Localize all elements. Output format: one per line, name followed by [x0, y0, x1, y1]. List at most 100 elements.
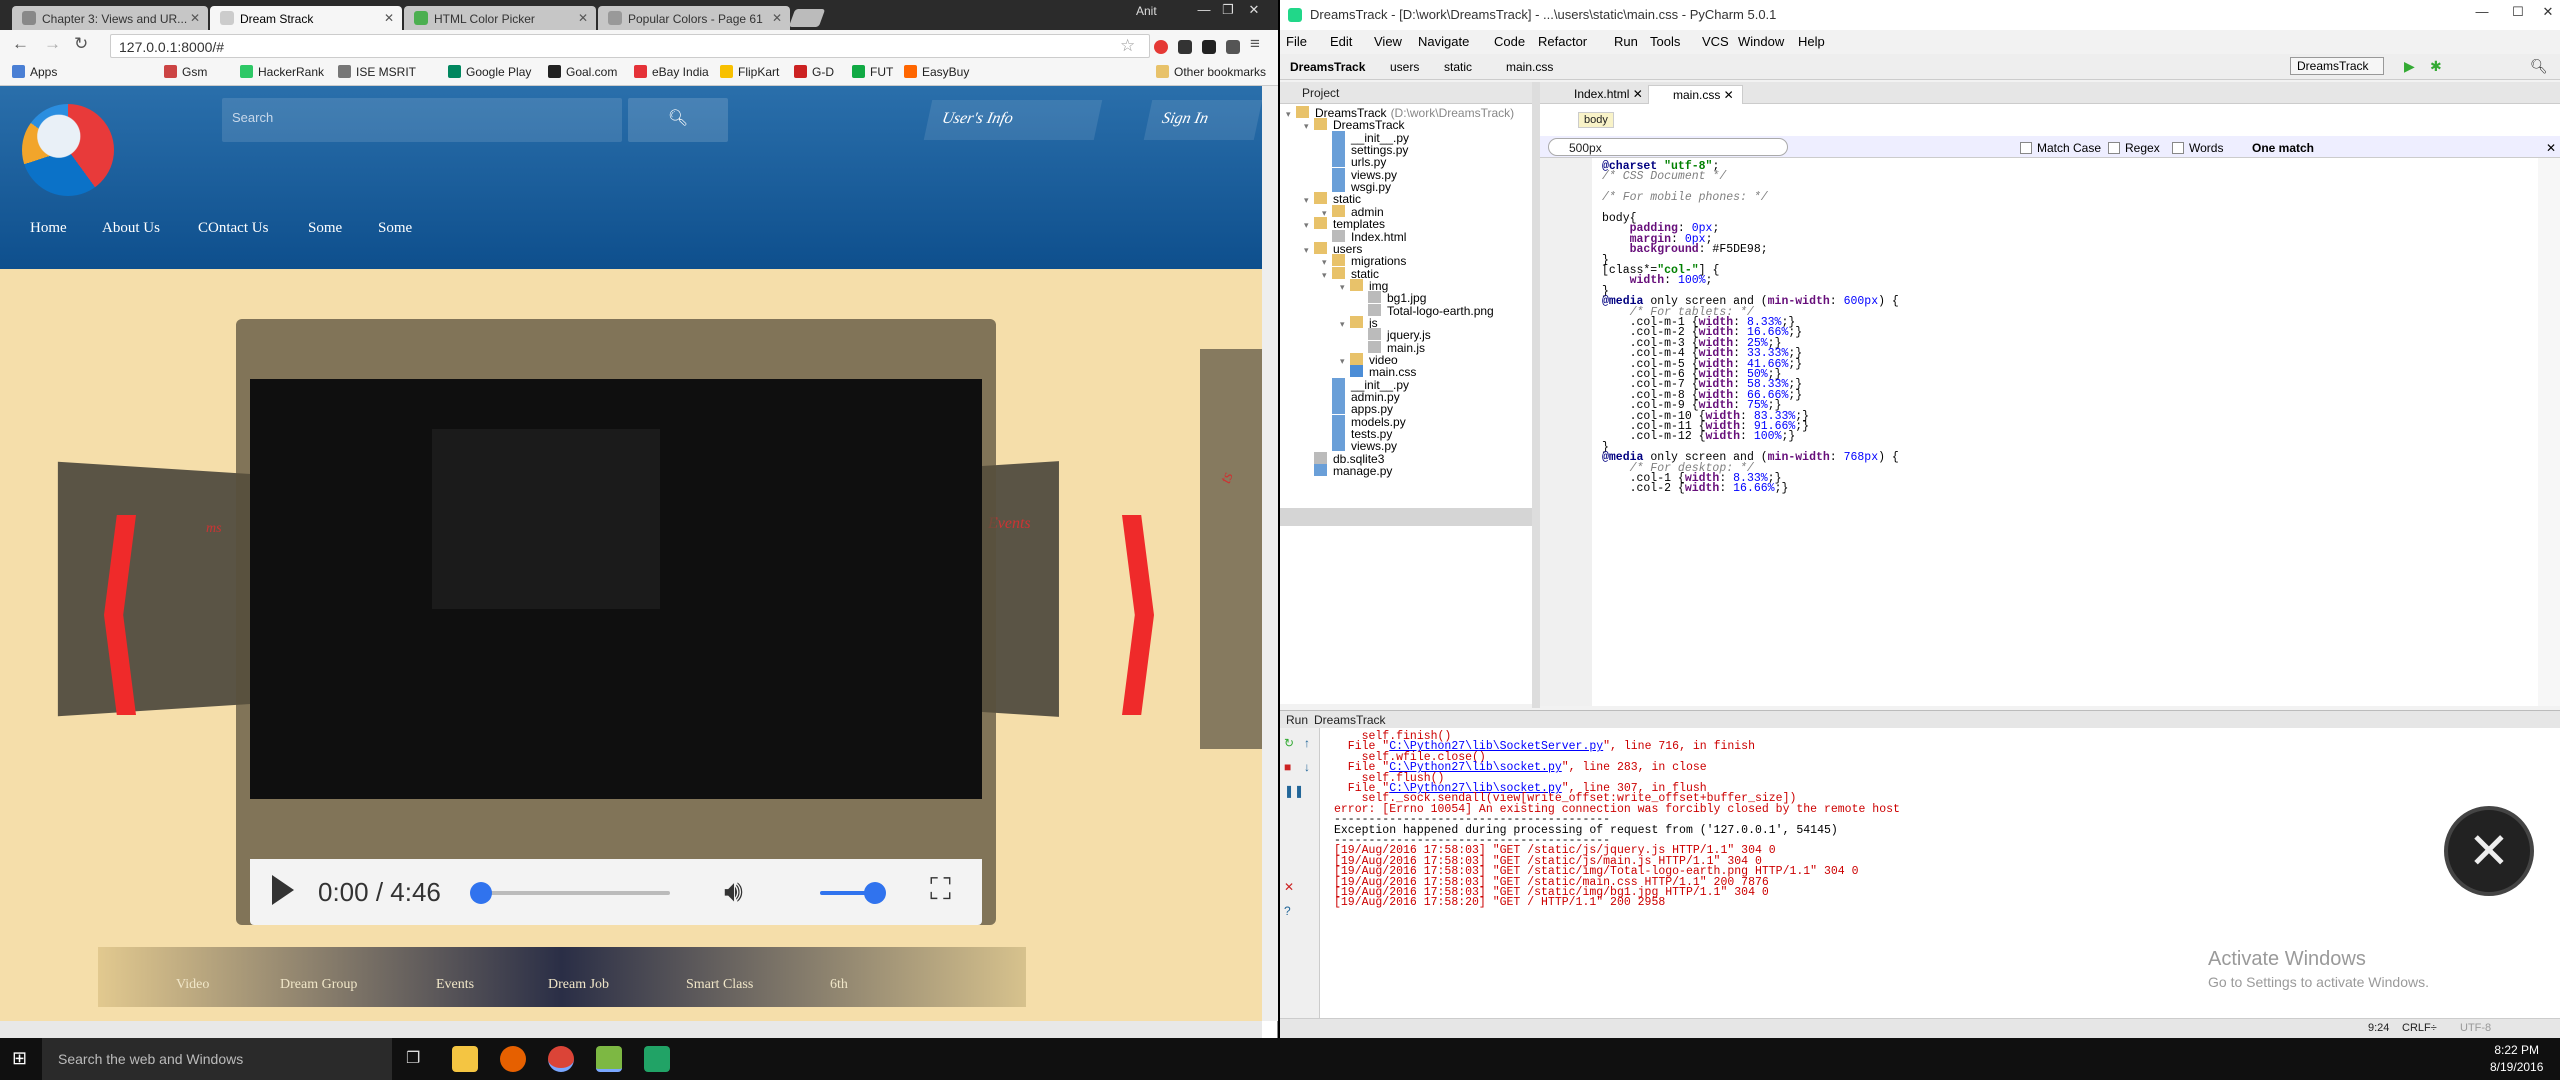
up-icon[interactable]: ↑: [1304, 736, 1310, 750]
expand-icon[interactable]: ▾: [1304, 195, 1314, 206]
bottom-nav-smart-class[interactable]: Smart Class: [686, 977, 753, 993]
extension-icon[interactable]: [1226, 40, 1240, 54]
search-input[interactable]: Search: [222, 98, 622, 142]
pycharm-taskbar-icon[interactable]: [596, 1046, 622, 1072]
menu-icon[interactable]: ≡: [1250, 34, 1260, 54]
star-icon[interactable]: ☆: [1120, 36, 1135, 56]
breadcrumb-static[interactable]: static: [1444, 60, 1472, 74]
site-logo[interactable]: [22, 104, 114, 196]
close-icon[interactable]: ✕: [772, 11, 782, 25]
expand-icon[interactable]: ▾: [1286, 109, 1296, 120]
address-bar[interactable]: 127.0.0.1:8000/#: [110, 34, 1150, 58]
users-info-link[interactable]: User's Info: [923, 100, 1103, 140]
rerun-icon[interactable]: ↻: [1284, 736, 1294, 750]
nav-contact-us[interactable]: COntact Us: [198, 220, 268, 237]
search-button[interactable]: 🔍︎: [628, 98, 728, 142]
close-window-icon[interactable]: ✕: [2536, 4, 2560, 22]
code-editor[interactable]: @charset "utf-8";/* CSS Document *//* Fo…: [1592, 158, 2560, 706]
close-window-icon[interactable]: ✕: [1242, 2, 1266, 20]
caret-position[interactable]: 9:24: [2368, 1022, 2389, 1034]
expand-icon[interactable]: ▾: [1340, 282, 1350, 293]
line-separator[interactable]: CRLF÷: [2402, 1022, 2437, 1034]
find-input[interactable]: 500px: [1548, 138, 1788, 156]
close-icon[interactable]: ✕: [384, 11, 394, 25]
menu-window[interactable]: Window: [1738, 34, 1784, 49]
bookmark-easybuy[interactable]: EasyBuy: [904, 65, 969, 79]
chrome-icon[interactable]: [548, 1046, 574, 1072]
pause-icon[interactable]: ❚❚: [1284, 784, 1304, 798]
menu-file[interactable]: File: [1286, 34, 1307, 49]
tree-item[interactable]: Total-logo-earth.png: [1358, 303, 1494, 318]
page-scrollbar[interactable]: [1262, 86, 1278, 1021]
sign-in-link[interactable]: Sign In: [1143, 100, 1262, 140]
file-encoding[interactable]: UTF-8: [2460, 1022, 2491, 1034]
seek-handle[interactable]: [470, 882, 492, 904]
profile-name[interactable]: Anit: [1136, 4, 1157, 18]
next-arrow[interactable]: [1122, 515, 1154, 715]
carousel-card-far-right[interactable]: [1200, 349, 1262, 749]
close-find-icon[interactable]: ✕: [2546, 141, 2556, 155]
close-icon[interactable]: ✕: [190, 11, 200, 25]
bookmark-g-d[interactable]: G-D: [794, 65, 834, 79]
extension-icon[interactable]: [1178, 40, 1192, 54]
forward-icon[interactable]: →: [44, 34, 61, 54]
menu-edit[interactable]: Edit: [1330, 34, 1352, 49]
tab-dream-strack[interactable]: Dream Strack ✕: [210, 6, 402, 30]
minimize-icon[interactable]: —: [1192, 2, 1216, 20]
file-explorer-icon[interactable]: [452, 1046, 478, 1072]
bookmark-google-play[interactable]: Google Play: [448, 65, 531, 79]
menu-view[interactable]: View: [1374, 34, 1402, 49]
bottom-nav-dream-job[interactable]: Dream Job: [548, 977, 609, 993]
bookmark-goal[interactable]: Goal.com: [548, 65, 617, 79]
taskbar-search[interactable]: Search the web and Windows: [42, 1038, 392, 1080]
splitter[interactable]: [1532, 82, 1540, 708]
menu-run[interactable]: Run: [1614, 34, 1638, 49]
jb-extension-icon[interactable]: [1202, 40, 1216, 54]
volume-icon[interactable]: 🔊︎: [724, 875, 743, 909]
menu-tools[interactable]: Tools: [1650, 34, 1680, 49]
firefox-icon[interactable]: [500, 1046, 526, 1072]
maximize-icon[interactable]: ❐: [1216, 2, 1240, 20]
fullscreen-icon[interactable]: ⛶: [930, 873, 951, 907]
debug-icon[interactable]: ✱: [2430, 58, 2442, 75]
expand-icon[interactable]: ▾: [1304, 245, 1314, 256]
regex-checkbox[interactable]: Regex: [2108, 141, 2160, 155]
close-icon[interactable]: ✕: [1284, 880, 1294, 894]
new-tab-button[interactable]: [788, 9, 826, 27]
bookmark-flipkart[interactable]: FlipKart: [720, 65, 779, 79]
system-clock[interactable]: 8:22 PM 8/19/2016: [2490, 1042, 2543, 1076]
expand-icon[interactable]: ▾: [1322, 270, 1332, 281]
project-label[interactable]: Project: [1302, 86, 1339, 100]
back-icon[interactable]: ←: [12, 34, 29, 54]
bookmark-apps[interactable]: Apps: [12, 65, 57, 79]
floating-x-icon[interactable]: ✕: [2444, 806, 2534, 896]
nav-some-1[interactable]: Some: [308, 220, 342, 237]
volume-handle[interactable]: [864, 882, 886, 904]
bottom-nav-6th[interactable]: 6th: [830, 977, 848, 993]
menu-vcs[interactable]: VCS: [1702, 34, 1729, 49]
opera-icon[interactable]: [1154, 40, 1168, 54]
minimize-icon[interactable]: —: [2470, 4, 2494, 22]
search-everywhere-icon[interactable]: 🔍︎: [2530, 58, 2548, 75]
run-tab[interactable]: DreamsTrack: [1314, 713, 1386, 727]
expand-icon[interactable]: ▾: [1304, 121, 1314, 132]
horizontal-scrollbar[interactable]: [0, 1021, 1262, 1038]
match-case-checkbox[interactable]: Match Case: [2020, 141, 2101, 155]
nav-some-2[interactable]: Some: [378, 220, 412, 237]
tree-item[interactable]: manage.py: [1304, 464, 1392, 478]
nav-about-us[interactable]: About Us: [102, 220, 160, 237]
breadcrumb-users[interactable]: users: [1390, 60, 1419, 74]
reload-icon[interactable]: ↻: [74, 34, 88, 54]
close-icon[interactable]: ✕: [578, 11, 588, 25]
nav-home[interactable]: Home: [30, 220, 67, 237]
menu-help[interactable]: Help: [1798, 34, 1825, 49]
bottom-nav-dream-group[interactable]: Dream Group: [280, 977, 357, 993]
breadcrumb-main-css[interactable]: main.css: [1506, 60, 1553, 74]
words-checkbox[interactable]: Words: [2172, 141, 2223, 155]
menu-navigate[interactable]: Navigate: [1418, 34, 1469, 49]
down-icon[interactable]: ↓: [1304, 760, 1310, 774]
stop-icon[interactable]: ■: [1284, 760, 1291, 774]
tab-main-css[interactable]: main.css ✕: [1648, 85, 1743, 104]
expand-icon[interactable]: ▾: [1304, 220, 1314, 231]
help-icon[interactable]: ?: [1284, 904, 1291, 918]
